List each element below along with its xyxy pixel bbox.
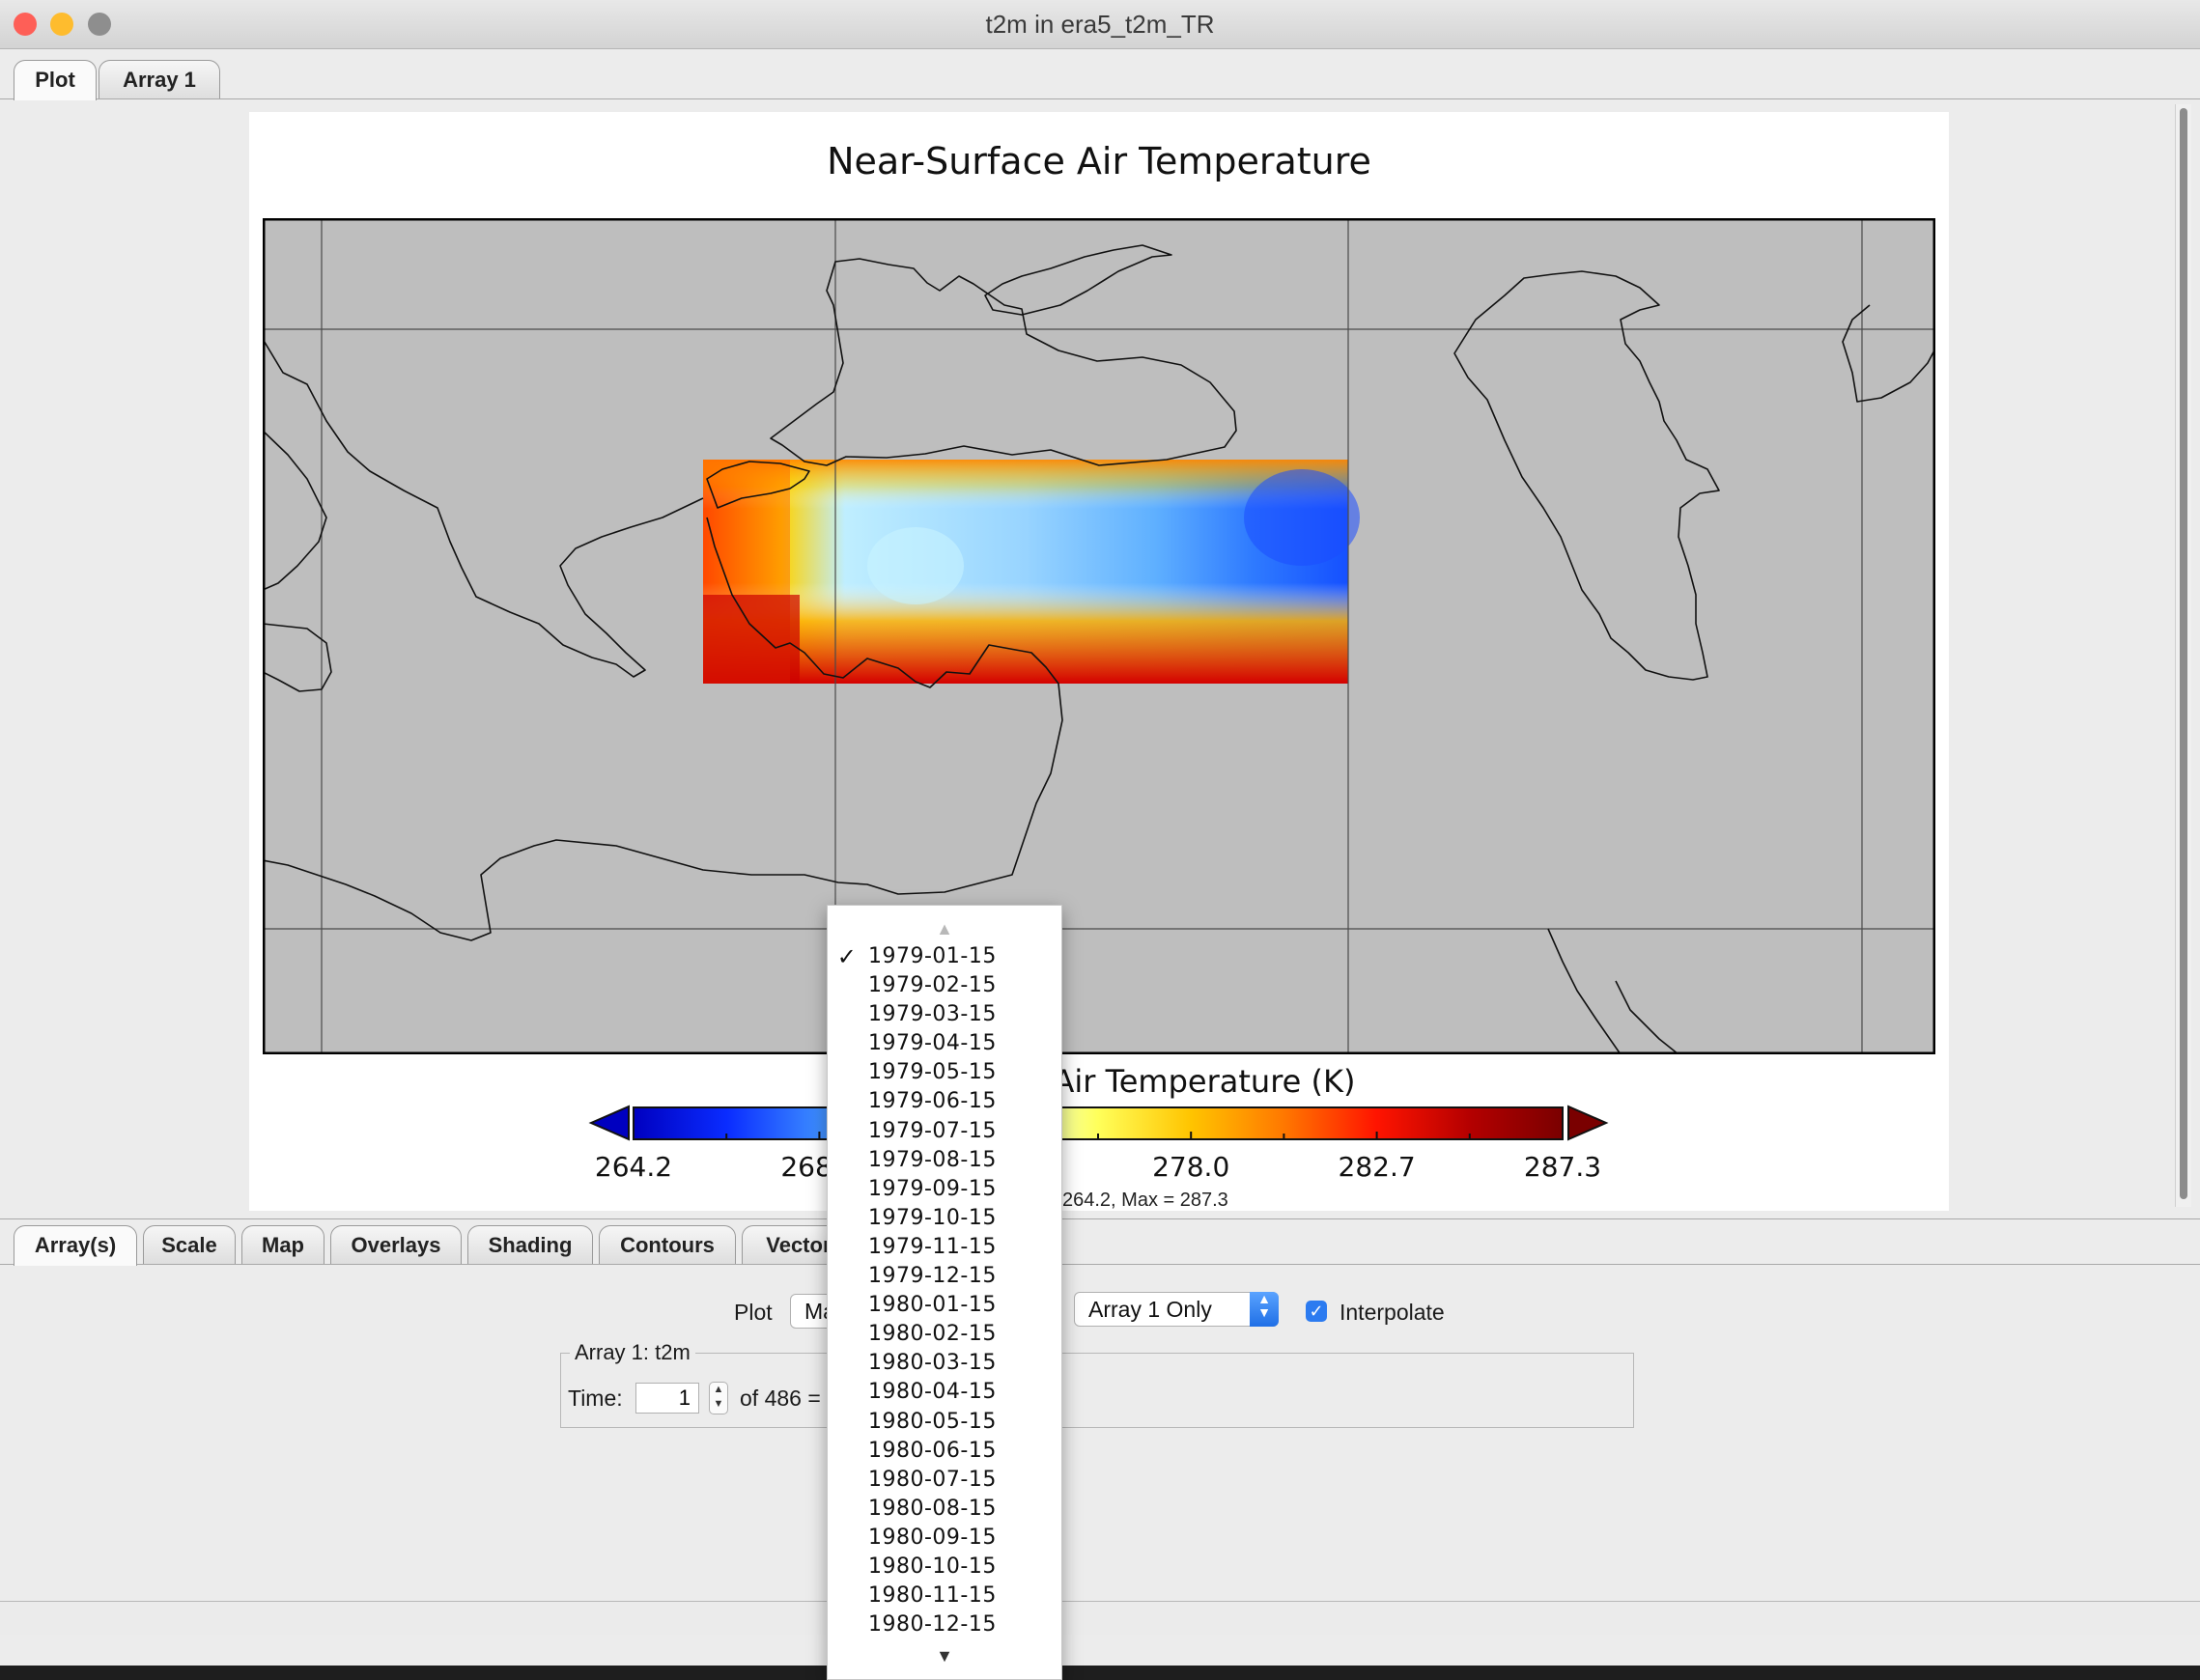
time-option-label: 1980-01-15: [868, 1293, 997, 1318]
time-option-label: 1979-05-15: [868, 1060, 997, 1085]
top-tab-bar: Plot Array 1: [0, 54, 2200, 100]
time-option-label: 1979-03-15: [868, 1002, 997, 1027]
time-option[interactable]: 1979-05-15: [828, 1058, 1061, 1087]
colorbar-under-arrow: [588, 1105, 630, 1141]
time-option[interactable]: 1980-04-15: [828, 1378, 1061, 1407]
scroll-up-icon[interactable]: ▲: [828, 919, 1061, 939]
time-option[interactable]: 1979-08-15: [828, 1146, 1061, 1175]
colorbar-tick-label: 287.3: [1524, 1151, 1601, 1183]
time-option-label: 1980-08-15: [868, 1496, 997, 1521]
time-option[interactable]: 1979-07-15: [828, 1117, 1061, 1146]
time-option[interactable]: 1980-05-15: [828, 1408, 1061, 1437]
time-option[interactable]: 1979-04-15: [828, 1029, 1061, 1058]
interpolate-checkbox[interactable]: ✓: [1306, 1301, 1327, 1322]
array-select-stepper-icon: ▲ ▼: [1250, 1292, 1279, 1327]
checkmark-icon: ✓: [836, 943, 858, 970]
time-option[interactable]: 1979-12-15: [828, 1262, 1061, 1291]
time-dropdown-menu[interactable]: ▲ ✓ 1979-01-15 1979-02-15 1979-03-15 1979-04…: [827, 905, 1062, 1680]
tab-contours[interactable]: Contours: [599, 1225, 736, 1264]
plot-scrollbar-thumb[interactable]: [2180, 108, 2187, 1199]
tab-overlays[interactable]: Overlays: [330, 1225, 462, 1264]
control-tab-bar: Array(s) Scale Map Overlays Shading Cont…: [0, 1218, 2200, 1266]
tab-arrays[interactable]: Array(s): [14, 1225, 137, 1266]
time-option-label: 1980-04-15: [868, 1380, 997, 1405]
tab-shading[interactable]: Shading: [467, 1225, 593, 1264]
time-option[interactable]: 1980-03-15: [828, 1349, 1061, 1378]
time-option[interactable]: 1979-03-15: [828, 1000, 1061, 1029]
time-option-label: 1979-12-15: [868, 1264, 997, 1289]
tab-scale[interactable]: Scale: [143, 1225, 236, 1264]
time-option-label: 1979-07-15: [868, 1118, 997, 1143]
time-option-label: 1979-09-15: [868, 1176, 997, 1201]
time-option-label: 1979-08-15: [868, 1147, 997, 1172]
time-count-label: of 486 =: [740, 1386, 821, 1411]
time-option[interactable]: 1980-11-15: [828, 1582, 1061, 1610]
time-option-label: 1980-12-15: [868, 1612, 997, 1638]
time-option[interactable]: 1980-07-15: [828, 1466, 1061, 1495]
plot-canvas: Near-Surface Air Temperature Near-Surfac…: [263, 140, 1935, 1211]
time-option[interactable]: 1979-02-15: [828, 971, 1061, 1000]
min-max-stats: 264.2, Max = 287.3: [1062, 1190, 1228, 1211]
window-title: t2m in era5_t2m_TR: [985, 10, 1215, 39]
time-option[interactable]: 1980-10-15: [828, 1553, 1061, 1582]
time-option[interactable]: 1980-02-15: [828, 1320, 1061, 1349]
time-option[interactable]: 1979-09-15: [828, 1175, 1061, 1204]
time-option[interactable]: 1980-08-15: [828, 1495, 1061, 1524]
colorbar-tick-label: 278.0: [1152, 1151, 1229, 1183]
time-option-label: 1979-02-15: [868, 973, 997, 998]
time-option[interactable]: 1979-11-15: [828, 1233, 1061, 1262]
plot-scrollbar[interactable]: [2175, 104, 2191, 1207]
time-label: Time:: [568, 1386, 623, 1411]
map-area: [263, 218, 1935, 1054]
time-option-label: 1979-04-15: [868, 1031, 997, 1056]
time-option-label: 1980-11-15: [868, 1583, 997, 1609]
tab-map[interactable]: Map: [241, 1225, 324, 1264]
time-option-label: 1980-09-15: [868, 1525, 997, 1550]
time-stepper[interactable]: ▲ ▼: [709, 1382, 728, 1414]
time-option[interactable]: 1980-06-15: [828, 1437, 1061, 1466]
plot-title: Near-Surface Air Temperature: [827, 140, 1371, 182]
time-option-label: 1979-01-15: [868, 944, 997, 968]
app-window: t2m in era5_t2m_TR Plot Array 1 Near-Sur…: [0, 0, 2200, 1666]
colorbar-tick-label: 282.7: [1339, 1151, 1416, 1183]
time-option[interactable]: 1979-10-15: [828, 1204, 1061, 1233]
colorbar-over-arrow: [1567, 1105, 1609, 1141]
time-option[interactable]: 1979-06-15: [828, 1087, 1061, 1116]
tab-array-1[interactable]: Array 1: [99, 60, 220, 98]
colorbar-tick-label: 264.2: [595, 1151, 672, 1183]
time-option-label: 1980-07-15: [868, 1467, 997, 1492]
time-option-label: 1980-06-15: [868, 1438, 997, 1463]
time-index-field[interactable]: 1: [635, 1383, 699, 1414]
title-bar: t2m in era5_t2m_TR: [0, 0, 2200, 49]
scroll-down-icon[interactable]: ▼: [828, 1646, 1061, 1666]
time-option[interactable]: ✓ 1979-01-15: [828, 942, 1061, 971]
interpolate-label: Interpolate: [1340, 1300, 1445, 1325]
plot-mode-label: Plot: [734, 1300, 773, 1325]
time-option-label: 1980-05-15: [868, 1409, 997, 1434]
time-option-label: 1980-02-15: [868, 1322, 997, 1347]
time-option[interactable]: 1980-09-15: [828, 1524, 1061, 1553]
time-option-label: 1980-03-15: [868, 1351, 997, 1376]
array-select[interactable]: Array 1 Only ▲ ▼: [1074, 1292, 1279, 1327]
plot-panel: Near-Surface Air Temperature Near-Surfac…: [249, 112, 1949, 1211]
time-option-list: ✓ 1979-01-15 1979-02-15 1979-03-15 1979-04-1…: [828, 942, 1061, 1639]
time-option[interactable]: 1980-01-15: [828, 1291, 1061, 1320]
tab-plot[interactable]: Plot: [14, 60, 97, 100]
time-option-label: 1979-11-15: [868, 1234, 997, 1259]
time-option-label: 1980-10-15: [868, 1554, 997, 1579]
time-option-label: 1979-10-15: [868, 1205, 997, 1230]
status-bar: [0, 1601, 2200, 1635]
array-1-group-title: Array 1: t2m: [570, 1340, 695, 1365]
time-option[interactable]: 1980-12-15: [828, 1610, 1061, 1639]
time-option-label: 1979-06-15: [868, 1089, 997, 1114]
array-select-value: Array 1 Only: [1088, 1297, 1212, 1322]
colorbar: Near-Surface Air Temperature (K) 264.2 26…: [588, 1063, 1609, 1211]
